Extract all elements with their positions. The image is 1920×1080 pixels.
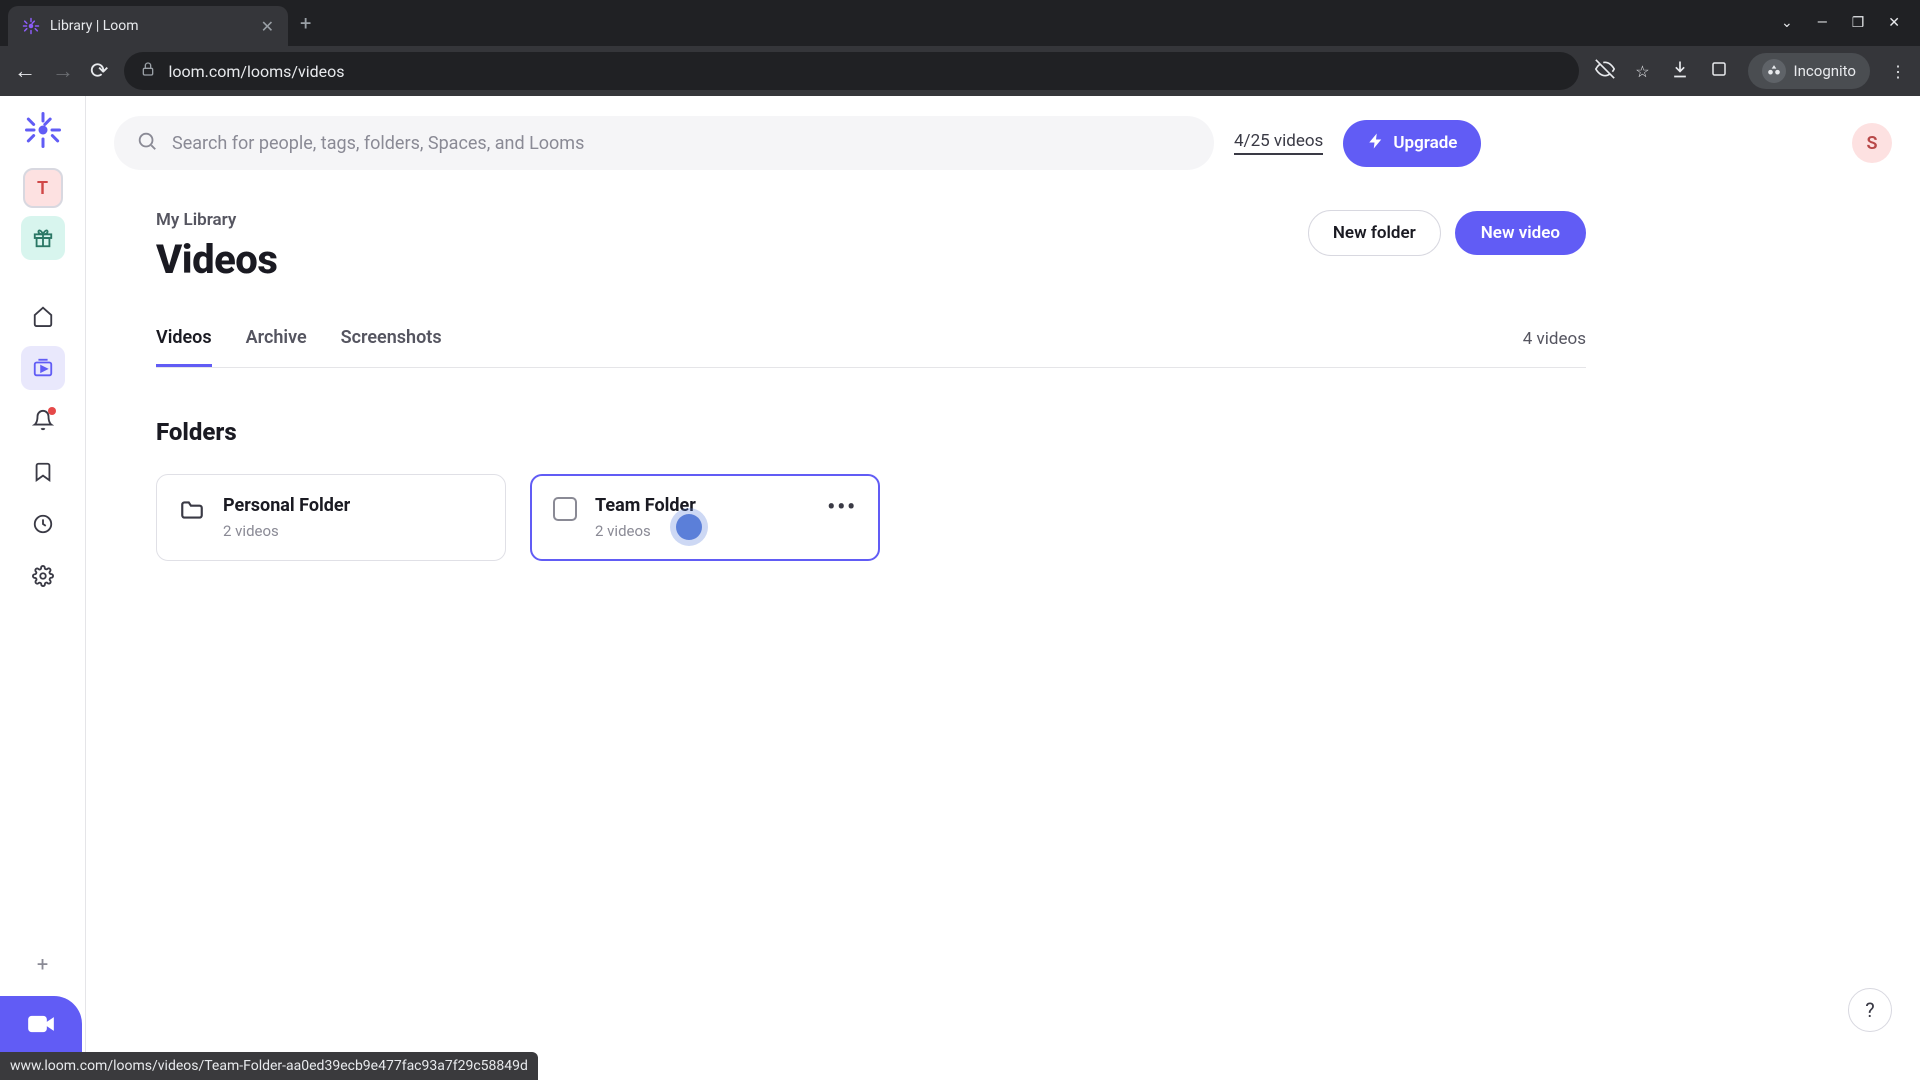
downloads-icon[interactable] [1670, 59, 1690, 83]
topbar: 4/25 videos Upgrade S [86, 116, 1920, 170]
library-icon[interactable] [21, 346, 65, 390]
loom-logo-icon[interactable] [25, 112, 61, 152]
gift-icon[interactable] [21, 216, 65, 260]
new-tab-button[interactable]: + [300, 11, 311, 35]
browser-chrome: Library | Loom ✕ + ⌄ ― ❐ ✕ ← → ⟳ loom.co… [0, 0, 1920, 96]
close-window-icon[interactable]: ✕ [1888, 15, 1900, 31]
loom-favicon-icon [22, 17, 40, 35]
url-field[interactable]: loom.com/looms/videos [124, 52, 1579, 90]
reload-icon[interactable]: ⟳ [90, 59, 108, 84]
tabs-dropdown-icon[interactable]: ⌄ [1781, 15, 1793, 31]
lightning-icon [1367, 132, 1385, 155]
settings-icon[interactable] [21, 554, 65, 598]
incognito-label: Incognito [1794, 62, 1856, 80]
browser-tab[interactable]: Library | Loom ✕ [8, 6, 288, 46]
bookmark-star-icon[interactable]: ☆ [1635, 62, 1649, 81]
help-button[interactable]: ? [1848, 988, 1892, 1032]
video-count: 4 videos [1523, 329, 1586, 365]
content: My Library Videos New folder New video V… [86, 170, 1626, 561]
browser-menu-icon[interactable]: ⋮ [1890, 62, 1906, 81]
lock-icon [140, 61, 156, 81]
sidebar: T + A [0, 96, 86, 1052]
tab-title: Library | Loom [50, 18, 251, 34]
user-avatar[interactable]: S [1852, 123, 1892, 163]
notification-dot [48, 407, 56, 415]
folder-more-icon[interactable]: ••• [827, 495, 857, 520]
notifications-icon[interactable] [21, 398, 65, 442]
history-icon[interactable] [21, 502, 65, 546]
folder-meta: 2 videos [223, 522, 483, 540]
record-button[interactable] [0, 996, 82, 1052]
folder-select-checkbox[interactable] [553, 497, 577, 521]
add-workspace-icon[interactable]: + [37, 952, 48, 976]
new-video-button[interactable]: New video [1455, 211, 1586, 255]
video-quota[interactable]: 4/25 videos [1234, 131, 1323, 155]
search-input[interactable] [172, 133, 1192, 154]
new-folder-button[interactable]: New folder [1308, 210, 1441, 256]
folders-heading: Folders [156, 418, 1586, 446]
incognito-icon [1762, 59, 1786, 83]
cursor-indicator [676, 514, 702, 540]
app-root: T + A [0, 96, 1920, 1052]
search-box[interactable] [114, 116, 1214, 170]
home-icon[interactable] [21, 294, 65, 338]
tab-bar: Library | Loom ✕ + ⌄ ― ❐ ✕ [0, 0, 1920, 46]
upgrade-button[interactable]: Upgrade [1343, 120, 1481, 167]
extensions-icon[interactable] [1710, 60, 1728, 82]
folder-card-team[interactable]: Team Folder 2 videos ••• [530, 474, 880, 561]
minimize-icon[interactable]: ― [1817, 15, 1828, 31]
content-header: My Library Videos New folder New video [156, 210, 1586, 283]
tab-screenshots[interactable]: Screenshots [341, 327, 442, 367]
tabs: Videos Archive Screenshots 4 videos [156, 327, 1586, 368]
status-bar: www.loom.com/looms/videos/Team-Folder-aa… [0, 1052, 538, 1080]
incognito-badge[interactable]: Incognito [1748, 53, 1870, 89]
main-area: 4/25 videos Upgrade S My Library Videos … [86, 96, 1920, 1052]
folder-icon [179, 497, 205, 523]
eye-off-icon[interactable] [1595, 59, 1615, 83]
tab-close-icon[interactable]: ✕ [261, 17, 274, 36]
forward-icon[interactable]: → [52, 58, 74, 84]
folder-grid: Personal Folder 2 videos Team Folder 2 v… [156, 474, 1586, 561]
tab-videos[interactable]: Videos [156, 327, 212, 367]
tab-archive[interactable]: Archive [246, 327, 307, 367]
upgrade-label: Upgrade [1393, 133, 1457, 153]
back-icon[interactable]: ← [14, 58, 36, 84]
folder-card-personal[interactable]: Personal Folder 2 videos [156, 474, 506, 561]
workspace-switcher[interactable]: T [23, 168, 63, 208]
search-icon [136, 130, 158, 156]
folder-name: Team Folder [595, 495, 809, 516]
window-controls: ⌄ ― ❐ ✕ [1781, 15, 1912, 31]
folder-meta: 2 videos [595, 522, 809, 540]
maximize-icon[interactable]: ❐ [1852, 15, 1865, 31]
url-text: loom.com/looms/videos [168, 62, 344, 81]
status-url: www.loom.com/looms/videos/Team-Folder-aa… [10, 1058, 528, 1074]
bookmark-icon[interactable] [21, 450, 65, 494]
folder-name: Personal Folder [223, 495, 483, 516]
page-title: Videos [156, 236, 277, 283]
breadcrumb[interactable]: My Library [156, 210, 277, 230]
address-bar: ← → ⟳ loom.com/looms/videos ☆ Incognito … [0, 46, 1920, 96]
